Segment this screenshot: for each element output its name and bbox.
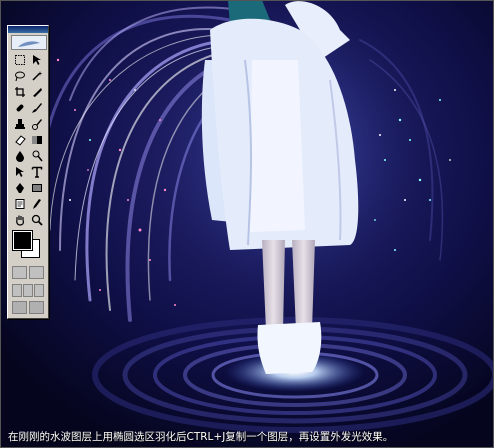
blur-tool-icon[interactable] [12, 149, 27, 163]
crop-tool-icon[interactable] [12, 85, 27, 99]
path-selection-tool-icon[interactable] [12, 165, 27, 179]
jump-to-imageready-icon[interactable] [12, 301, 27, 314]
tutorial-caption: 在刚刚的水波图层上用椭圆选区羽化后CTRL+J复制一个图层，再设置外发光效果。 [8, 431, 394, 443]
clone-stamp-tool-icon[interactable] [12, 117, 27, 131]
foreground-color-swatch[interactable] [12, 230, 33, 251]
feather-logo-icon[interactable] [11, 35, 47, 50]
history-brush-tool-icon[interactable] [29, 117, 44, 131]
healing-brush-tool-icon[interactable] [12, 101, 27, 115]
boots [257, 322, 322, 374]
screen-mode-full-button[interactable] [34, 284, 44, 297]
zoom-tool-icon[interactable] [29, 213, 44, 227]
magic-wand-tool-icon[interactable] [29, 69, 44, 83]
leg-right [292, 240, 315, 330]
standard-mode-button[interactable] [12, 266, 27, 279]
marquee-tool-icon[interactable] [12, 53, 27, 67]
photoshop-toolbox[interactable] [7, 25, 49, 319]
eyedropper-tool-icon[interactable] [29, 197, 44, 211]
lasso-tool-icon[interactable] [12, 69, 27, 83]
notes-tool-icon[interactable] [12, 197, 27, 211]
screen-mode-standard-button[interactable] [12, 284, 22, 297]
shape-tool-icon[interactable] [29, 181, 44, 195]
edit-in-imageready-icon[interactable] [29, 301, 44, 314]
move-tool-icon[interactable] [29, 53, 44, 67]
artwork-scene [0, 0, 494, 448]
quick-mask-button[interactable] [29, 266, 44, 279]
slice-tool-icon[interactable] [29, 85, 44, 99]
screen-mode-full-menu-button[interactable] [23, 284, 33, 297]
type-tool-icon[interactable] [29, 165, 44, 179]
hand-tool-icon[interactable] [12, 213, 27, 227]
toolbox-title-bar[interactable] [8, 26, 48, 33]
gradient-tool-icon[interactable] [29, 133, 44, 147]
eraser-tool-icon[interactable] [12, 133, 27, 147]
screenshot-canvas: 在刚刚的水波图层上用椭圆选区羽化后CTRL+J复制一个图层，再设置外发光效果。 [0, 0, 494, 448]
dress [250, 60, 305, 232]
brush-tool-icon[interactable] [29, 101, 44, 115]
dodge-tool-icon[interactable] [29, 149, 44, 163]
leg-left [262, 240, 285, 330]
pen-tool-icon[interactable] [12, 181, 27, 195]
